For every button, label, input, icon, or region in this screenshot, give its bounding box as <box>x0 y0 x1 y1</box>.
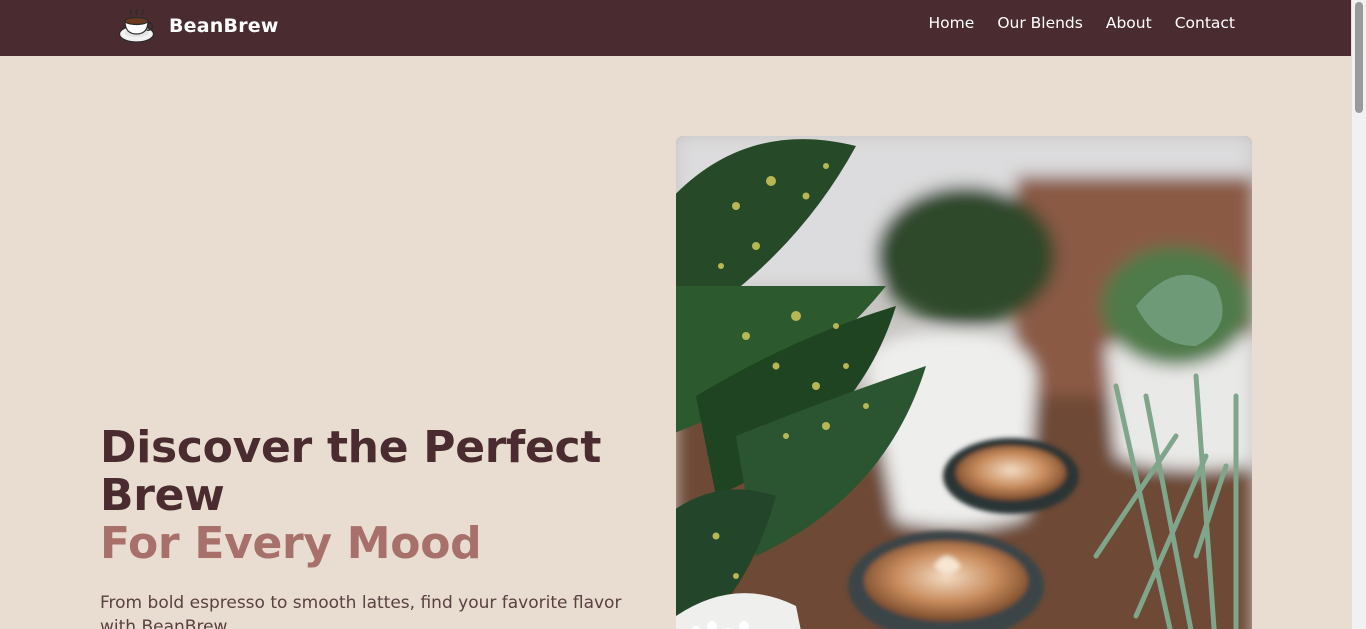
nav-link-home[interactable]: Home <box>929 13 975 33</box>
nav-link-contact[interactable]: Contact <box>1175 13 1235 33</box>
main-nav: Home Our Blends About Contact <box>929 13 1235 33</box>
scrollbar-thumb[interactable] <box>1355 2 1363 113</box>
nav-link-about[interactable]: About <box>1106 13 1152 33</box>
hero-title: Discover the Perfect Brew For Every Mood <box>100 424 660 568</box>
hero-title-main: Discover the Perfect Brew <box>100 422 602 521</box>
brand[interactable]: BeanBrew <box>118 7 279 44</box>
brand-name: BeanBrew <box>169 14 279 37</box>
hero-description: From bold espresso to smooth lattes, fin… <box>100 593 622 629</box>
navbar: BeanBrew Home Our Blends About Contact <box>0 0 1351 56</box>
hero-title-accent: For Every Mood <box>100 518 482 569</box>
coffee-cup-icon <box>118 8 155 43</box>
page-scrollbar[interactable] <box>1351 0 1366 629</box>
hero-image <box>676 136 1252 629</box>
nav-link-our-blends[interactable]: Our Blends <box>997 13 1083 33</box>
